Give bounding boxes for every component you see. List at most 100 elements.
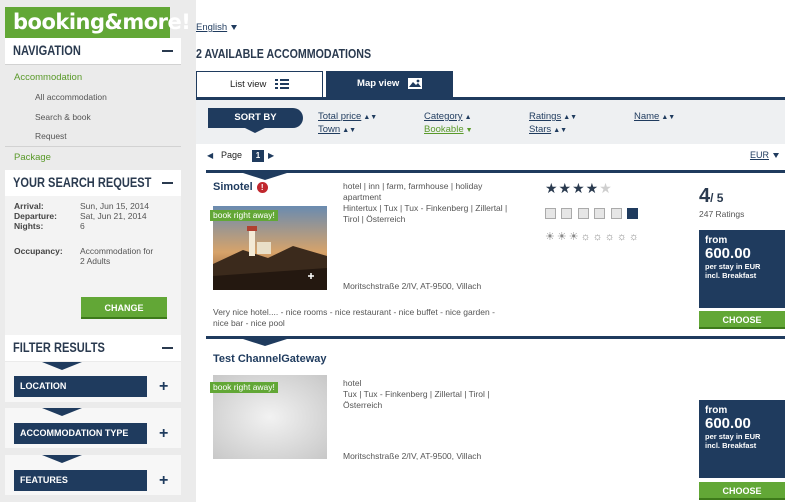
hotel-name[interactable]: Simotel! [213,181,268,193]
choose-button[interactable]: CHOOSE [699,311,785,329]
prev-page-icon[interactable]: ◀ [207,151,213,160]
sort-down-icon[interactable]: ▼ [466,127,473,134]
hotel-location-line2: Tirol | Österreich [343,214,406,224]
collapse-icon[interactable] [162,50,173,52]
collapse-icon[interactable] [162,182,173,184]
sort-name[interactable]: Name ▲▼ [634,111,675,122]
expand-plus-icon[interactable]: + [159,379,168,395]
hotel-location-line1: Hintertux | Tux | Tux - Finkenberg | Zil… [343,203,508,213]
sort-total-price-link[interactable]: Total price [318,111,361,122]
amenity-icon [594,208,606,219]
result-divider [206,170,785,173]
card-notch [243,339,287,346]
filter-location-button[interactable]: LOCATION [14,376,147,397]
hotel-address: Moritschstraße 2/IV, AT-9500, Villach [343,281,482,291]
nav-item-request[interactable]: Request [35,131,67,141]
pagination: ◀ Page 1 ▶ EUR [196,149,785,165]
wheelchair-icon [627,208,639,219]
expand-plus-icon[interactable]: + [159,473,168,489]
language-selector[interactable]: English [196,22,238,33]
rating-score: 4/ 5 [699,185,723,208]
parking-icon [577,208,589,219]
filter-accommodation-type-button[interactable]: ACCOMMODATION TYPE [14,423,147,444]
sort-category-link[interactable]: Category [424,111,463,122]
filter-notch [42,408,82,416]
price-note-line2: incl. Breakfast [705,441,757,450]
occupancy-label: Occupancy: [14,246,63,256]
sort-stars-link[interactable]: Stars [529,124,551,135]
expand-plus-icon[interactable]: + [159,426,168,442]
rating-value: 4 [699,185,711,207]
price-note-line2: incl. Breakfast [705,271,757,280]
sort-stars[interactable]: Stars ▲▼ [529,124,567,135]
sort-total-price[interactable]: Total price ▲▼ [318,111,377,122]
collapse-icon[interactable] [162,347,173,349]
dropdown-icon [231,24,238,30]
nav-item-accommodation[interactable]: Accommodation [14,72,82,83]
card-notch [243,173,287,180]
choose-button[interactable]: CHOOSE [699,482,785,500]
sort-arrows-icon[interactable]: ▲▼ [553,127,567,134]
tab-map-view[interactable]: Map view [326,71,453,97]
sort-arrows-icon[interactable]: ▲▼ [363,114,377,121]
arrival-value: Sun, Jun 15, 2014 [80,201,150,211]
filter-notch [42,362,82,370]
sort-up-icon[interactable]: ▲ [465,114,472,121]
amenity-icon [545,208,556,219]
search-request-title: YOUR SEARCH REQUEST [13,175,152,190]
navigation-header[interactable]: NAVIGATION [5,38,181,64]
list-icon [275,79,290,90]
page-number[interactable]: 1 [252,150,264,162]
change-button[interactable]: CHANGE [81,297,167,319]
result-divider [206,336,785,339]
hotel-type-line1: hotel | inn | farm, farmhouse | holiday [343,181,483,191]
sort-arrows-icon[interactable]: ▲▼ [342,127,356,134]
arrival-label: Arrival: [14,201,44,211]
dropdown-icon [773,153,779,159]
price-note-line1: per stay in EUR [705,262,761,271]
hotel-location-line1: Tux | Tux - Finkenberg | Zillertal | Tir… [343,389,490,399]
search-request-header[interactable]: YOUR SEARCH REQUEST [5,170,181,196]
currency-selector[interactable]: EUR [750,150,779,160]
star-rating: ★★★★★ [545,180,613,197]
hotel-note-line2: nice bar - nice pool [213,318,285,328]
hotel-name[interactable]: Test ChannelGateway [213,353,327,365]
amenity-icon [561,208,573,219]
nights-label: Nights: [14,221,44,231]
sort-by-notch [245,128,265,133]
filter-notch [42,455,82,463]
sort-ratings-link[interactable]: Ratings [529,111,561,122]
filter-results-header[interactable]: FILTER RESULTS [5,335,181,361]
amenity-icon [610,208,622,219]
hotel-note-line1: Very nice hotel.... - nice rooms - nice … [213,307,495,317]
sort-category[interactable]: Category ▲ [424,111,472,122]
currency-link[interactable]: EUR [750,150,769,160]
logo[interactable]: booking&more! [5,7,191,38]
sort-town[interactable]: Town ▲▼ [318,124,356,135]
hotel-name-text[interactable]: Test ChannelGateway [213,353,327,365]
departure-value: Sat, Jun 21, 2014 [80,211,147,221]
nav-item-search-book[interactable]: Search & book [35,112,91,122]
filter-features-button[interactable]: FEATURES [14,470,147,491]
sort-arrows-icon[interactable]: ▲▼ [563,114,577,121]
tab-list-view[interactable]: List view [196,71,323,97]
book-right-away-badge: book right away! [210,382,278,393]
sort-ratings[interactable]: Ratings ▲▼ [529,111,577,122]
divider [5,146,181,147]
tab-list-view-label: List view [229,79,267,90]
sort-name-link[interactable]: Name [634,111,659,122]
amenity-icons [545,206,639,219]
nav-item-all-accommodation[interactable]: All accommodation [35,92,107,102]
sort-bookable[interactable]: Bookable ▼ [424,124,473,135]
sort-bookable-link[interactable]: Bookable [424,124,464,135]
nav-item-package[interactable]: Package [14,152,51,163]
sort-arrows-icon[interactable]: ▲▼ [661,114,675,121]
hotel-name-text[interactable]: Simotel [213,181,253,193]
price-amount: 600.00 [705,415,751,432]
language-link[interactable]: English [196,22,227,33]
hotel-address: Moritschstraße 2/IV, AT-9500, Villach [343,451,482,461]
next-page-icon[interactable]: ▶ [268,151,274,160]
page-title-text: 2 AVAILABLE ACCOMMODATIONS [196,46,372,61]
sort-by-label: SORT BY [208,108,303,128]
sort-town-link[interactable]: Town [318,124,340,135]
